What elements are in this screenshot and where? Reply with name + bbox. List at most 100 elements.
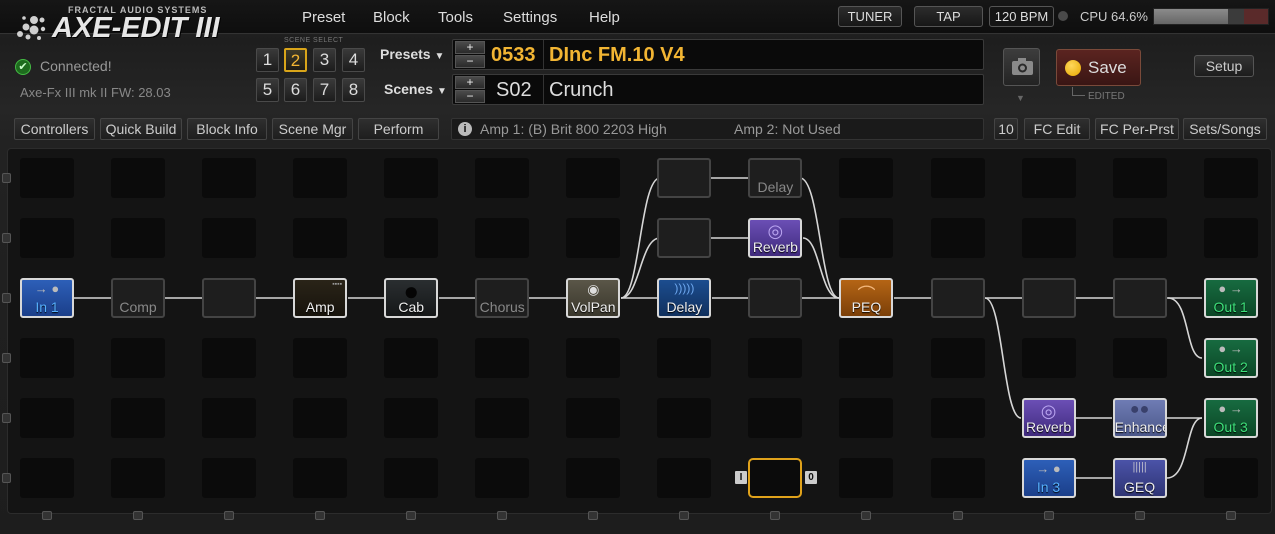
row-handle[interactable]	[2, 413, 11, 423]
empty-grid-cell[interactable]	[384, 158, 439, 198]
block-out-2[interactable]: ● → Out 2	[1203, 338, 1258, 378]
empty-grid-cell[interactable]	[1112, 218, 1167, 258]
block-geq[interactable]: ||||| GEQ	[1112, 458, 1167, 498]
empty-grid-cell[interactable]	[111, 158, 166, 198]
empty-grid-cell[interactable]	[475, 398, 530, 438]
empty-grid-cell[interactable]	[475, 218, 530, 258]
menu-preset[interactable]: Preset	[302, 9, 345, 26]
empty-grid-cell[interactable]	[1112, 338, 1167, 378]
fc-per-preset-button[interactable]: FC Per-Prst	[1095, 118, 1179, 140]
column-handle[interactable]	[497, 511, 508, 520]
shunt-block[interactable]	[202, 278, 257, 318]
menu-block[interactable]: Block	[373, 9, 410, 26]
empty-grid-cell[interactable]	[293, 458, 348, 498]
shunt-block[interactable]	[748, 278, 803, 318]
column-handle[interactable]	[315, 511, 326, 520]
block-enhance[interactable]: ●● Enhance	[1112, 398, 1167, 438]
empty-grid-cell[interactable]	[839, 458, 894, 498]
scene-button-7[interactable]: 7	[313, 78, 336, 102]
column-handle[interactable]	[133, 511, 144, 520]
empty-grid-cell[interactable]	[202, 338, 257, 378]
row-handle[interactable]	[2, 233, 11, 243]
empty-grid-cell[interactable]	[1203, 158, 1258, 198]
row-handle[interactable]	[2, 173, 11, 183]
preset-display[interactable]: + − 0533 DInc FM.10 V4	[452, 39, 984, 70]
scene-button-8[interactable]: 8	[342, 78, 365, 102]
scene-decrement-button[interactable]: −	[455, 90, 485, 103]
block-out-1[interactable]: ● → Out 1	[1203, 278, 1258, 318]
empty-grid-cell[interactable]	[657, 398, 712, 438]
column-handle[interactable]	[679, 511, 690, 520]
scene-display[interactable]: + − S02 Crunch	[452, 74, 984, 105]
preset-name[interactable]: DInc FM.10 V4	[549, 44, 685, 67]
empty-grid-cell[interactable]	[293, 218, 348, 258]
scene-button-5[interactable]: 5	[256, 78, 279, 102]
menu-tools[interactable]: Tools	[438, 9, 473, 26]
empty-grid-cell[interactable]	[20, 218, 74, 258]
scenes-dropdown[interactable]: Scenes ▼	[384, 81, 447, 97]
menu-help[interactable]: Help	[589, 9, 620, 26]
empty-grid-cell[interactable]	[1203, 458, 1258, 498]
column-handle[interactable]	[952, 511, 963, 520]
preset-decrement-button[interactable]: −	[455, 55, 485, 68]
empty-grid-cell[interactable]	[1021, 218, 1076, 258]
empty-grid-cell[interactable]	[930, 398, 985, 438]
empty-grid-cell[interactable]	[293, 398, 348, 438]
block-chorus-bypassed[interactable]: Chorus	[475, 278, 530, 318]
column-handle[interactable]	[224, 511, 235, 520]
shunt-block[interactable]	[657, 158, 712, 198]
chevron-down-icon[interactable]: ▼	[1016, 93, 1025, 103]
shunt-block[interactable]	[1112, 278, 1167, 318]
block-out-3[interactable]: ● → Out 3	[1203, 398, 1258, 438]
row-handle[interactable]	[2, 473, 11, 483]
column-handle[interactable]	[770, 511, 781, 520]
block-amp[interactable]: ▪▪▪▪ Amp	[293, 278, 348, 318]
empty-grid-cell[interactable]	[839, 398, 894, 438]
column-handle[interactable]	[861, 511, 872, 520]
shunt-block[interactable]	[657, 218, 712, 258]
empty-grid-cell[interactable]	[566, 458, 621, 498]
perform-button[interactable]: Perform	[358, 118, 439, 140]
fc-edit-button[interactable]: FC Edit	[1024, 118, 1090, 140]
empty-grid-cell[interactable]	[384, 458, 439, 498]
empty-grid-cell[interactable]	[202, 218, 257, 258]
empty-grid-cell[interactable]	[839, 218, 894, 258]
block-reverb[interactable]: ◎ Reverb	[748, 218, 803, 258]
bpm-display[interactable]: 120 BPM	[989, 6, 1054, 27]
block-comp-bypassed[interactable]: Comp	[111, 278, 166, 318]
empty-grid-cell[interactable]	[839, 338, 894, 378]
scene-increment-button[interactable]: +	[455, 76, 485, 89]
block-cab[interactable]: ● Cab	[384, 278, 439, 318]
block-volpan[interactable]: ◉ VolPan	[566, 278, 621, 318]
block-in-3[interactable]: → ● In 3	[1021, 458, 1076, 498]
block-reverb[interactable]: ◎ Reverb	[1021, 398, 1076, 438]
column-handle[interactable]	[588, 511, 599, 520]
column-handle[interactable]	[1043, 511, 1054, 520]
scene-button-3[interactable]: 3	[313, 48, 336, 72]
tuner-button[interactable]: TUNER	[838, 6, 902, 27]
scene-name[interactable]: Crunch	[549, 79, 613, 102]
empty-grid-cell[interactable]	[930, 338, 985, 378]
block-info-button[interactable]: Block Info	[187, 118, 267, 140]
quick-build-button[interactable]: Quick Build	[100, 118, 182, 140]
scene-button-6[interactable]: 6	[284, 78, 307, 102]
empty-grid-cell[interactable]	[475, 158, 530, 198]
empty-grid-cell[interactable]	[1021, 158, 1076, 198]
empty-grid-cell[interactable]	[384, 338, 439, 378]
empty-grid-cell[interactable]	[748, 338, 803, 378]
empty-grid-cell[interactable]	[839, 158, 894, 198]
sets-songs-button[interactable]: Sets/Songs	[1183, 118, 1267, 140]
fc-count-button[interactable]: 10	[994, 118, 1018, 140]
shunt-block[interactable]	[1021, 278, 1076, 318]
scene-button-2[interactable]: 2	[284, 48, 307, 72]
empty-grid-cell[interactable]	[930, 158, 985, 198]
save-button[interactable]: Save	[1056, 49, 1141, 86]
empty-grid-cell[interactable]	[566, 338, 621, 378]
empty-grid-cell[interactable]	[566, 158, 621, 198]
empty-grid-cell[interactable]	[657, 338, 712, 378]
block-peq[interactable]: ⌒ PEQ	[839, 278, 894, 318]
empty-grid-cell[interactable]	[202, 458, 257, 498]
block-delay[interactable]: ))))) Delay	[657, 278, 712, 318]
routing-grid[interactable]	[7, 148, 1272, 514]
empty-grid-cell[interactable]	[1112, 158, 1167, 198]
